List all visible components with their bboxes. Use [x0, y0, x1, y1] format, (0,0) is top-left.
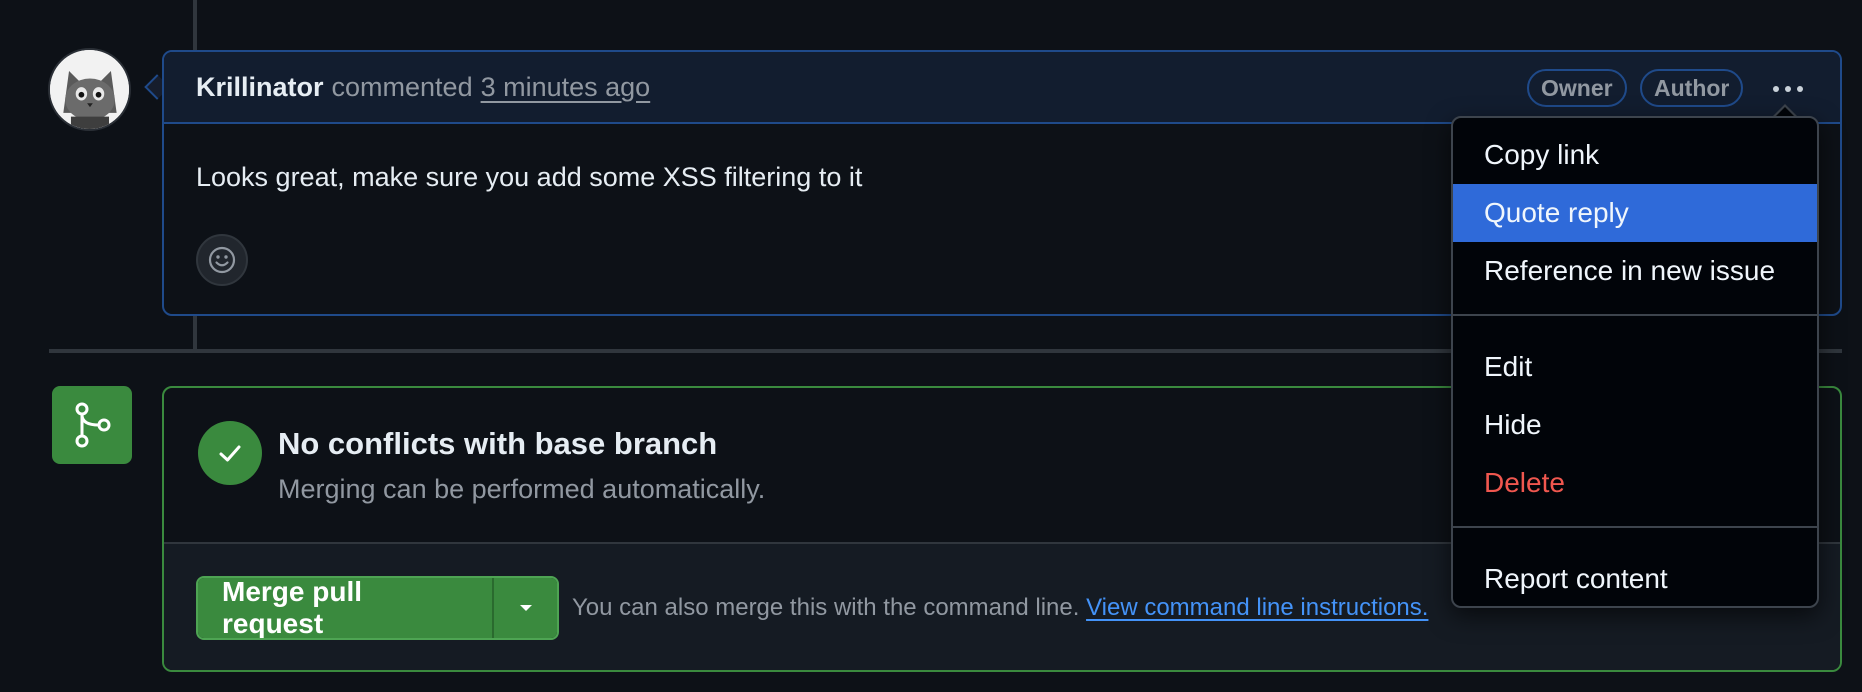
comment-header: Krillinator commented 3 minutes ago Owne… [164, 52, 1840, 124]
menu-item-reference-in-new-issue[interactable]: Reference in new issue [1453, 242, 1817, 300]
merge-hint-text: You can also merge this with the command… [572, 594, 1080, 621]
triangle-down-icon [519, 605, 532, 611]
merge-status-title: No conflicts with base branch [278, 426, 718, 461]
comment-author[interactable]: Krillinator [196, 72, 324, 103]
smiley-icon [208, 246, 236, 274]
menu-item-copy-link[interactable]: Copy link [1453, 126, 1817, 184]
menu-item-edit[interactable]: Edit [1453, 338, 1817, 396]
author-avatar[interactable] [48, 48, 131, 131]
kebab-horizontal-icon[interactable] [1764, 72, 1812, 106]
comment-action: commented [331, 71, 473, 102]
git-branch-icon [52, 386, 132, 464]
command-line-instructions-link[interactable]: View command line instructions. [1086, 594, 1428, 621]
menu-item-delete[interactable]: Delete [1453, 454, 1817, 512]
merge-hint: You can also merge this with the command… [572, 594, 1428, 622]
menu-divider [1453, 314, 1817, 316]
merge-button-group: Merge pull request [196, 576, 559, 640]
menu-item-hide[interactable]: Hide [1453, 396, 1817, 454]
menu-item-quote-reply[interactable]: Quote reply [1453, 184, 1817, 242]
cat-avatar-icon [50, 50, 129, 129]
merge-pull-request-button[interactable]: Merge pull request [198, 578, 494, 638]
comment-timestamp[interactable]: 3 minutes ago [481, 72, 651, 103]
comment-actions-menu: Copy link Quote reply Reference in new i… [1451, 116, 1819, 608]
merge-method-dropdown[interactable] [494, 578, 557, 638]
owner-badge: Owner [1527, 69, 1627, 107]
menu-divider [1453, 526, 1817, 528]
add-reaction-button[interactable] [196, 234, 248, 286]
check-icon [198, 421, 262, 485]
menu-item-report-content[interactable]: Report content [1453, 550, 1817, 608]
merge-status-subtitle: Merging can be performed automatically. [278, 474, 766, 504]
author-badge: Author [1640, 69, 1744, 107]
